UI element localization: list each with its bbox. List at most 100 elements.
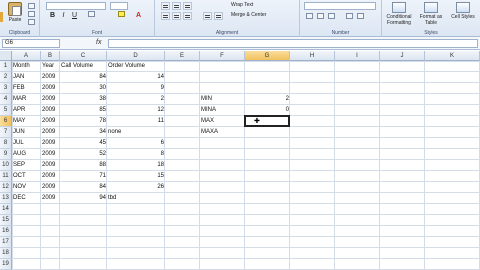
- column-header-e[interactable]: E: [165, 51, 200, 61]
- currency-icon[interactable]: [306, 13, 313, 19]
- column-header-a[interactable]: A: [12, 51, 41, 61]
- align-middle-icon[interactable]: [172, 2, 181, 10]
- cell-a4[interactable]: MAR: [12, 94, 41, 105]
- increase-decimal-icon[interactable]: [346, 13, 353, 19]
- cell-styles-button[interactable]: Cell Styles: [448, 2, 478, 28]
- cell-g4[interactable]: 2: [245, 94, 290, 105]
- cell-c12[interactable]: 84: [60, 182, 107, 193]
- format-as-table-button[interactable]: Format as Table: [416, 2, 446, 28]
- format-painter-icon[interactable]: [28, 19, 35, 25]
- cell-a2[interactable]: JAN: [12, 72, 41, 83]
- cell-a7[interactable]: JUN: [12, 127, 41, 138]
- number-format-dropdown[interactable]: [304, 2, 376, 10]
- cell-c3[interactable]: 30: [60, 83, 107, 94]
- cell-b11[interactable]: 2009: [41, 171, 60, 182]
- cell-d1[interactable]: Order Volume: [107, 61, 165, 72]
- cell-d7-text[interactable]: none: [107, 127, 122, 138]
- cell-b13[interactable]: 2009: [41, 193, 60, 204]
- cell-d3[interactable]: 9: [107, 83, 165, 94]
- cell-b3[interactable]: 2009: [41, 83, 60, 94]
- font-name-dropdown[interactable]: [46, 2, 106, 10]
- cell-c6[interactable]: 78: [60, 116, 107, 127]
- row-header-9[interactable]: 9: [0, 149, 12, 160]
- font-color-button[interactable]: A: [134, 10, 143, 19]
- cell-d11[interactable]: 15: [107, 171, 165, 182]
- merge-center-button[interactable]: Merge & Center: [231, 12, 266, 18]
- cell-c8[interactable]: 45: [60, 138, 107, 149]
- name-box[interactable]: G6: [2, 39, 60, 48]
- bold-button[interactable]: B: [48, 10, 57, 19]
- cell-f5[interactable]: MINA: [200, 105, 245, 116]
- font-size-dropdown[interactable]: [110, 2, 128, 10]
- formula-input[interactable]: [108, 39, 478, 48]
- decrease-decimal-icon[interactable]: [357, 13, 364, 19]
- row-header-15[interactable]: 15: [0, 215, 12, 226]
- cell-d9[interactable]: 8: [107, 149, 165, 160]
- conditional-formatting-button[interactable]: Conditional Formatting: [384, 2, 414, 28]
- select-all-corner[interactable]: [0, 51, 12, 61]
- column-header-c[interactable]: C: [60, 51, 107, 61]
- cell-a8[interactable]: JUL: [12, 138, 41, 149]
- row-header-3[interactable]: 3: [0, 83, 12, 94]
- row-header-1[interactable]: 1: [0, 61, 12, 72]
- align-bottom-icon[interactable]: [183, 2, 192, 10]
- row-header-2[interactable]: 2: [0, 72, 12, 83]
- cell-d5[interactable]: 12: [107, 105, 165, 116]
- column-header-g[interactable]: G: [245, 51, 290, 61]
- cell-g7[interactable]: [245, 127, 290, 138]
- align-top-icon[interactable]: [161, 2, 170, 10]
- cut-icon[interactable]: [28, 3, 35, 9]
- cell-b7[interactable]: 2009: [41, 127, 60, 138]
- row-header-12[interactable]: 12: [0, 182, 12, 193]
- cell-d2[interactable]: 14: [107, 72, 165, 83]
- column-header-k[interactable]: K: [425, 51, 480, 61]
- cell-a3[interactable]: FEB: [12, 83, 41, 94]
- borders-icon[interactable]: [88, 11, 95, 17]
- cell-d4[interactable]: 2: [107, 94, 165, 105]
- cell-d12[interactable]: 26: [107, 182, 165, 193]
- cell-d6[interactable]: 11: [107, 116, 165, 127]
- cell-c7[interactable]: 34: [60, 127, 107, 138]
- cell-a5[interactable]: APR: [12, 105, 41, 116]
- cell-c5[interactable]: 85: [60, 105, 107, 116]
- column-header-j[interactable]: J: [380, 51, 425, 61]
- row-header-19[interactable]: 19: [0, 259, 12, 270]
- row-header-5[interactable]: 5: [0, 105, 12, 116]
- active-cell-g6[interactable]: [244, 115, 290, 127]
- cell-a13[interactable]: DEC: [12, 193, 41, 204]
- align-right-icon[interactable]: [183, 12, 192, 20]
- row-header-11[interactable]: 11: [0, 171, 12, 182]
- cell-d8[interactable]: 6: [107, 138, 165, 149]
- cell-c4[interactable]: 38: [60, 94, 107, 105]
- decrease-indent-icon[interactable]: [203, 12, 212, 20]
- cell-c1[interactable]: Call Volume: [60, 61, 107, 72]
- row-header-14[interactable]: 14: [0, 204, 12, 215]
- column-header-h[interactable]: H: [290, 51, 335, 61]
- row-header-6[interactable]: 6: [0, 116, 12, 127]
- cell-c2[interactable]: 84: [60, 72, 107, 83]
- cell-b2[interactable]: 2009: [41, 72, 60, 83]
- cell-f7[interactable]: MAXA: [200, 127, 245, 138]
- row-header-13[interactable]: 13: [0, 193, 12, 204]
- row-header-8[interactable]: 8: [0, 138, 12, 149]
- column-header-f[interactable]: F: [200, 51, 245, 61]
- column-header-b[interactable]: B: [41, 51, 60, 61]
- cell-b6[interactable]: 2009: [41, 116, 60, 127]
- column-header-d[interactable]: D: [107, 51, 165, 61]
- cell-d13-text[interactable]: tbd: [107, 193, 117, 204]
- row-header-10[interactable]: 10: [0, 160, 12, 171]
- align-left-icon[interactable]: [161, 12, 170, 20]
- insert-function-button[interactable]: fx: [96, 39, 101, 46]
- cell-b8[interactable]: 2009: [41, 138, 60, 149]
- cell-a10[interactable]: SEP: [12, 160, 41, 171]
- underline-button[interactable]: U: [70, 10, 79, 19]
- row-header-7[interactable]: 7: [0, 127, 12, 138]
- row-header-16[interactable]: 16: [0, 226, 12, 237]
- cell-c11[interactable]: 71: [60, 171, 107, 182]
- wrap-text-button[interactable]: Wrap Text: [231, 2, 253, 8]
- cell-b9[interactable]: 2009: [41, 149, 60, 160]
- column-header-i[interactable]: I: [335, 51, 380, 61]
- cell-b1[interactable]: Year: [41, 61, 60, 72]
- cell-c9[interactable]: 52: [60, 149, 107, 160]
- fill-color-icon[interactable]: [118, 11, 125, 17]
